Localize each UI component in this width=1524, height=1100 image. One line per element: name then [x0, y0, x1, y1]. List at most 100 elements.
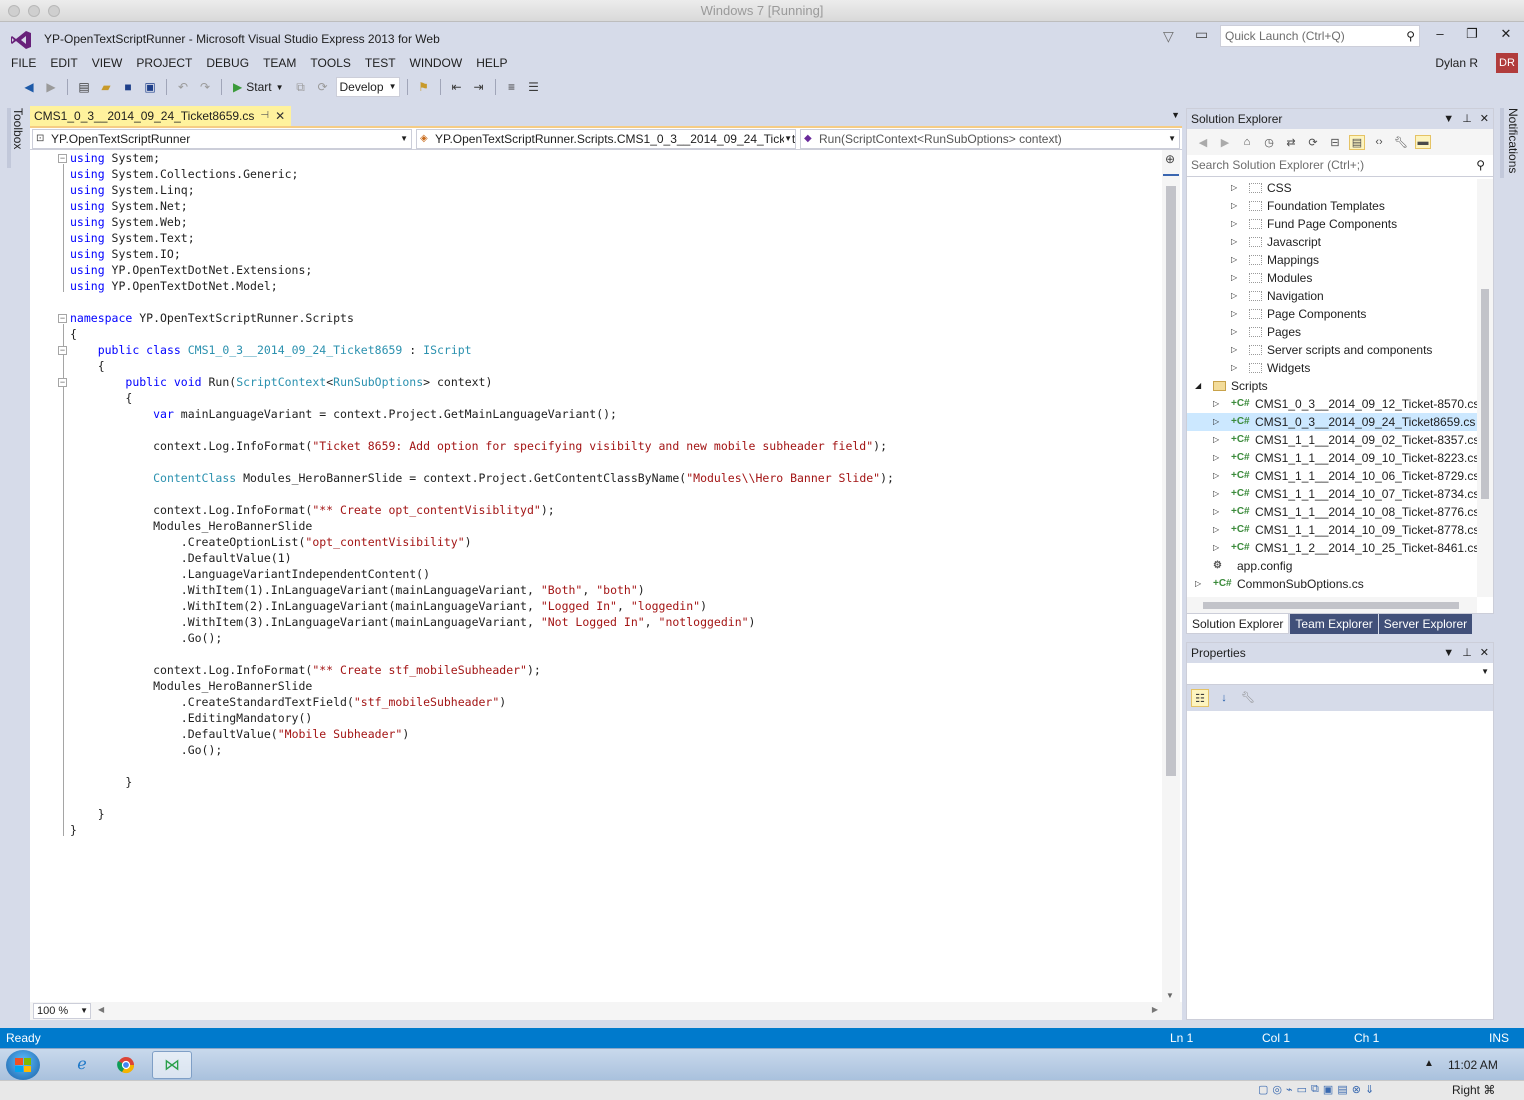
close-icon[interactable]: ✕	[275, 106, 285, 126]
code-line[interactable]	[70, 758, 894, 774]
collapse-toggle[interactable]: −	[58, 346, 67, 355]
code-line[interactable]: {	[70, 390, 894, 406]
redo-icon[interactable]: ↷	[196, 78, 214, 96]
tab-dropdown-icon[interactable]: ▼	[1171, 110, 1180, 120]
collapse-toggle[interactable]: −	[58, 154, 67, 163]
code-line[interactable]	[70, 454, 894, 470]
close-icon[interactable]: ✕	[1480, 643, 1489, 663]
tree-item[interactable]: ▷ Navigation	[1187, 287, 1477, 305]
tree-item[interactable]: ▷ CSS	[1187, 179, 1477, 197]
scrollbar-thumb[interactable]	[1481, 289, 1489, 499]
find-icon[interactable]: ⚑	[415, 78, 433, 96]
menu-edit[interactable]: EDIT	[43, 56, 84, 70]
show-all-files-icon[interactable]: ▤	[1349, 134, 1365, 150]
code-line[interactable]: Modules_HeroBannerSlide	[70, 518, 894, 534]
properties-icon[interactable]: 🔧︎	[1393, 136, 1409, 149]
uncomment-icon[interactable]: ☰	[525, 78, 543, 96]
filter-icon[interactable]: ▽	[1163, 28, 1174, 45]
mouse-integration-icon[interactable]: ⇓	[1365, 1083, 1374, 1096]
tree-item[interactable]: ▷ +C# CMS1_1_1__2014_10_09_Ticket-8778.cs	[1187, 521, 1477, 539]
tree-item[interactable]: ▷ +C# CMS1_0_3__2014_09_24_Ticket8659.cs	[1187, 413, 1477, 431]
expand-arrow-icon[interactable]: ▷	[1231, 215, 1237, 233]
expand-arrow-icon[interactable]: ▷	[1213, 485, 1219, 503]
tree-item[interactable]: ▷ +C# CMS1_1_2__2014_10_25_Ticket-8461.cs	[1187, 539, 1477, 557]
pending-changes-icon[interactable]: ◷	[1261, 136, 1277, 149]
code-line[interactable]: using System.Web;	[70, 214, 894, 230]
code-line[interactable]: .Go();	[70, 742, 894, 758]
code-line[interactable]: using System.Linq;	[70, 182, 894, 198]
type-dropdown[interactable]: ◈ YP.OpenTextScriptRunner.Scripts.CMS1_0…	[416, 129, 796, 149]
menu-team[interactable]: TEAM	[256, 56, 303, 70]
selection-margin[interactable]	[30, 150, 48, 1002]
menu-window[interactable]: WINDOW	[403, 56, 470, 70]
expand-arrow-icon[interactable]: ▷	[1213, 539, 1219, 557]
code-line[interactable]: context.Log.InfoFormat("** Create stf_mo…	[70, 662, 894, 678]
code-line[interactable]: namespace YP.OpenTextScriptRunner.Script…	[70, 310, 894, 326]
scroll-right-icon[interactable]: ▶	[1152, 1005, 1158, 1014]
usb-icon[interactable]: ⌁	[1286, 1083, 1293, 1096]
panel-menu-icon[interactable]: ▼	[1443, 643, 1454, 663]
show-hidden-icons-icon[interactable]: ▲	[1424, 1058, 1434, 1069]
expand-arrow-icon[interactable]: ▷	[1231, 179, 1237, 197]
save-all-icon[interactable]: ▣	[141, 78, 159, 96]
collapse-toggle[interactable]: −	[58, 314, 67, 323]
code-line[interactable]: context.Log.InfoFormat("** Create opt_co…	[70, 502, 894, 518]
code-line[interactable]: public class CMS1_0_3__2014_09_24_Ticket…	[70, 342, 894, 358]
code-line[interactable]: .WithItem(3).InLanguageVariant(mainLangu…	[70, 614, 894, 630]
outdent-icon[interactable]: ⇤	[448, 78, 466, 96]
code-line[interactable]: var mainLanguageVariant = context.Projec…	[70, 406, 894, 422]
pin-icon[interactable]: ⊣	[260, 106, 269, 126]
categorized-icon[interactable]: ☷	[1191, 689, 1209, 707]
code-line[interactable]	[70, 422, 894, 438]
pin-icon[interactable]: ⊥	[1462, 643, 1472, 663]
editor-vertical-scrollbar[interactable]: ⊕ ▼	[1162, 150, 1180, 1002]
code-line[interactable]: {	[70, 326, 894, 342]
expand-arrow-icon[interactable]: ▷	[1213, 467, 1219, 485]
property-pages-icon[interactable]: 🔧︎	[1239, 689, 1257, 707]
document-tab[interactable]: CMS1_0_3__2014_09_24_Ticket8659.cs ⊣ ✕	[30, 106, 292, 126]
expand-arrow-icon[interactable]: ▷	[1231, 269, 1237, 287]
code-line[interactable]: .WithItem(1).InLanguageVariant(mainLangu…	[70, 582, 894, 598]
refresh-icon[interactable]: ⟳	[314, 78, 332, 96]
search-icon[interactable]: ⚲	[1406, 26, 1415, 46]
code-line[interactable]: }	[70, 774, 894, 790]
shared-folders-icon[interactable]: ▭	[1297, 1083, 1307, 1096]
optical-drive-icon[interactable]: ◎	[1272, 1083, 1282, 1096]
tree-item[interactable]: ▷ +C# CMS1_1_1__2014_09_02_Ticket-8357.cs	[1187, 431, 1477, 449]
video-capture-icon[interactable]: ▣	[1323, 1083, 1333, 1096]
start-button[interactable]	[6, 1050, 40, 1080]
tab-team-explorer[interactable]: Team Explorer	[1290, 614, 1378, 634]
start-debugging-button[interactable]: ▶ Start ▼	[229, 80, 288, 94]
back-icon[interactable]: ◀	[1195, 136, 1211, 149]
menu-debug[interactable]: DEBUG	[199, 56, 256, 70]
network-icon[interactable]: ⧉	[1311, 1083, 1319, 1096]
expand-arrow-icon[interactable]: ▷	[1213, 395, 1219, 413]
code-line[interactable]: using YP.OpenTextDotNet.Extensions;	[70, 262, 894, 278]
forward-icon[interactable]: ▶	[42, 78, 60, 96]
expand-arrow-icon[interactable]: ▷	[1231, 323, 1237, 341]
search-icon[interactable]: ⚲	[1476, 155, 1485, 176]
menu-tools[interactable]: TOOLS	[303, 56, 357, 70]
code-line[interactable]: public void Run(ScriptContext<RunSubOpti…	[70, 374, 894, 390]
expand-arrow-icon[interactable]: ▷	[1231, 197, 1237, 215]
tree-item[interactable]: ▷ Widgets	[1187, 359, 1477, 377]
close-light[interactable]	[8, 5, 20, 17]
expand-arrow-icon[interactable]: ▷	[1231, 359, 1237, 377]
code-editor[interactable]: − − − − using System; using System.Collec…	[30, 150, 1182, 1002]
solution-explorer-search[interactable]: Search Solution Explorer (Ctrl+;) ⚲	[1187, 155, 1493, 177]
scroll-down-icon[interactable]: ▼	[1166, 991, 1174, 1000]
expand-arrow-icon[interactable]: ▷	[1213, 431, 1219, 449]
scroll-left-icon[interactable]: ◀	[98, 1005, 104, 1014]
tree-item[interactable]: ▷ +C# CMS1_1_1__2014_10_06_Ticket-8729.cs	[1187, 467, 1477, 485]
code-line[interactable]: using YP.OpenTextDotNet.Model;	[70, 278, 894, 294]
internet-explorer-icon[interactable]: ℯ	[62, 1051, 102, 1079]
undo-icon[interactable]: ↶	[174, 78, 192, 96]
code-line[interactable]: Modules_HeroBannerSlide	[70, 678, 894, 694]
expand-arrow-icon[interactable]: ▷	[1195, 575, 1201, 593]
tree-item[interactable]: ▷ Server scripts and components	[1187, 341, 1477, 359]
menu-view[interactable]: VIEW	[85, 56, 130, 70]
code-line[interactable]: ContentClass Modules_HeroBannerSlide = c…	[70, 470, 894, 486]
user-name[interactable]: Dylan R	[1435, 56, 1478, 70]
clock[interactable]: 11:02 AM	[1448, 1058, 1498, 1072]
expand-arrow-icon[interactable]: ▷	[1231, 305, 1237, 323]
